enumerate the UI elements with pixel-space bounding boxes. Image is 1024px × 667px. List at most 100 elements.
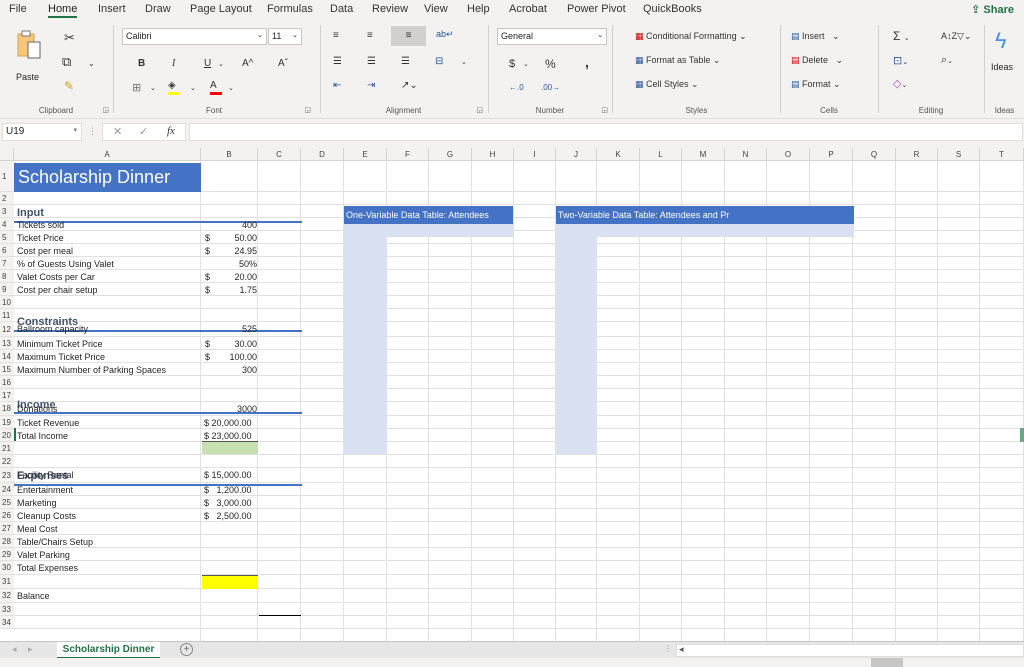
font-color-dropdown-icon[interactable]: ⌄ [228, 83, 234, 95]
row-label[interactable]: Cleanup Costs [17, 510, 76, 522]
format-painter-icon[interactable]: ✎ [64, 80, 74, 92]
row-label[interactable]: Total Expenses [17, 562, 78, 574]
row-header-9[interactable]: 9 [0, 283, 14, 296]
number-launcher-icon[interactable]: ◲ [601, 106, 608, 114]
column-header-s[interactable]: S [938, 148, 980, 161]
row-label[interactable]: Donations [17, 403, 58, 415]
row-header-21[interactable]: 21 [0, 442, 14, 455]
horizontal-scrollbar[interactable]: ◂ [676, 644, 1024, 657]
row-value[interactable]: $ 1,200.00 [204, 484, 257, 496]
row-header-13[interactable]: 13 [0, 337, 14, 350]
fill-color-dropdown-icon[interactable]: ⌄ [190, 83, 196, 95]
row-header-8[interactable]: 8 [0, 270, 14, 283]
row-header-23[interactable]: 23 [0, 468, 14, 483]
ideas-button[interactable]: ϟ Ideas [989, 28, 1023, 88]
orientation-icon[interactable]: ↗⌄ [401, 80, 418, 92]
font-launcher-icon[interactable]: ◲ [304, 106, 311, 114]
row-header-25[interactable]: 25 [0, 496, 14, 509]
increase-decimal-icon[interactable]: ←.0 [509, 82, 524, 94]
row-header-14[interactable]: 14 [0, 350, 14, 363]
row-value[interactable]: 1.75 [202, 284, 257, 296]
font-name-select[interactable]: Calibri ⌄ [122, 28, 267, 45]
row-header-34[interactable]: 34 [0, 616, 14, 629]
row-header-19[interactable]: 19 [0, 416, 14, 429]
column-header-g[interactable]: G [429, 148, 472, 161]
column-header-b[interactable]: B [201, 148, 258, 161]
next-sheet-icon[interactable]: ▸ [28, 644, 33, 655]
tab-formulas[interactable]: Formulas [267, 3, 313, 15]
row-value[interactable]: $ 3,000.00 [204, 497, 257, 509]
cut-icon[interactable]: ✂ [64, 31, 75, 44]
row-header-27[interactable]: 27 [0, 522, 14, 535]
row-header-22[interactable]: 22 [0, 455, 14, 468]
name-box[interactable]: U19 ▾ [2, 123, 82, 141]
column-header-j[interactable]: J [556, 148, 597, 161]
insert-function-button[interactable]: fx [167, 125, 175, 137]
formula-input[interactable] [189, 123, 1023, 141]
scroll-left-icon[interactable]: ◂ [679, 644, 684, 655]
format-cells-button[interactable]: ▤ Format ⌄ [791, 78, 841, 90]
clear-icon[interactable]: ◇⌄ [893, 78, 907, 92]
row-header-17[interactable]: 17 [0, 389, 14, 402]
row-label[interactable]: Tickets sold [17, 219, 64, 231]
row-value[interactable]: 300 [202, 364, 257, 376]
row-value[interactable]: 20.00 [202, 271, 257, 283]
column-header-e[interactable]: E [344, 148, 387, 161]
currency-button[interactable]: $ [509, 58, 515, 70]
tab-review[interactable]: Review [372, 3, 408, 15]
tab-acrobat[interactable]: Acrobat [509, 3, 547, 15]
fill-icon[interactable]: ⊡⌄ [893, 55, 908, 69]
row-value[interactable]: 24.95 [202, 245, 257, 257]
row-label[interactable]: Valet Costs per Car [17, 271, 95, 283]
sort-filter-icon[interactable]: A↕Z▽⌄ [941, 30, 971, 42]
tab-insert[interactable]: Insert [98, 3, 126, 15]
align-middle-icon[interactable]: ≡ [367, 30, 373, 42]
increase-indent-icon[interactable]: ⇥ [367, 80, 375, 92]
row-label[interactable]: Cost per chair setup [17, 284, 98, 296]
spreadsheet-grid[interactable]: ABCDEFGHIJKLMNOPQRST 1 2 3 4 5 6 7 8 9 10 11 12 13 14… [0, 148, 1024, 641]
tab-page-layout[interactable]: Page Layout [190, 3, 252, 15]
row-header-16[interactable]: 16 [0, 376, 14, 389]
align-right-icon[interactable]: ☰ [401, 56, 410, 68]
underline-button[interactable]: U [204, 58, 211, 70]
column-header-r[interactable]: R [896, 148, 938, 161]
row-label[interactable]: Maximum Ticket Price [17, 351, 105, 363]
column-header-t[interactable]: T [980, 148, 1024, 161]
borders-dropdown-icon[interactable]: ⌄ [150, 83, 156, 95]
row-header-33[interactable]: 33 [0, 603, 14, 616]
tab-help[interactable]: Help [467, 3, 490, 15]
tab-view[interactable]: View [424, 3, 448, 15]
row-header-29[interactable]: 29 [0, 548, 14, 561]
tab-split-handle[interactable]: ⋮ [664, 644, 672, 653]
tab-data[interactable]: Data [330, 3, 353, 15]
font-color-icon[interactable]: A [210, 80, 222, 95]
row-header-18[interactable]: 18 [0, 402, 14, 416]
row-value[interactable]: $ 2,500.00 [204, 510, 257, 522]
row-label[interactable]: Total Income [17, 430, 68, 442]
row-label[interactable]: Facility Rental [17, 469, 74, 481]
sheet-tab-scholarship-dinner[interactable]: Scholarship Dinner [57, 642, 160, 659]
copy-icon[interactable]: ⧉ [62, 55, 71, 68]
merge-dropdown-icon[interactable]: ⌄ [461, 57, 467, 69]
align-center-icon[interactable]: ☰ [367, 56, 376, 68]
enter-icon[interactable]: ✓ [139, 125, 148, 138]
autosum-icon[interactable]: Σ ⌄ [893, 30, 910, 45]
row-header-20[interactable]: 20 [0, 429, 14, 442]
underline-dropdown-icon[interactable]: ⌄ [218, 59, 224, 71]
bold-button[interactable]: B [138, 58, 145, 70]
fill-color-icon[interactable]: ◈ [168, 80, 180, 95]
delete-cells-button[interactable]: ▤ Delete ⌄ [791, 54, 843, 66]
column-header-d[interactable]: D [301, 148, 344, 161]
row-header-31[interactable]: 31 [0, 575, 14, 589]
paste-button[interactable]: Paste [14, 28, 46, 88]
decrease-indent-icon[interactable]: ⇤ [333, 80, 341, 92]
copy-dropdown-icon[interactable]: ⌄ [88, 58, 95, 70]
row-label[interactable]: Table/Chairs Setup [17, 536, 93, 548]
column-header-h[interactable]: H [472, 148, 514, 161]
row-header-32[interactable]: 32 [0, 589, 14, 603]
row-label[interactable]: Entertainment [17, 484, 73, 496]
cell-styles-button[interactable]: ▦ Cell Styles ⌄ [635, 78, 699, 90]
row-header-4[interactable]: 4 [0, 218, 14, 231]
find-select-icon[interactable]: ⌕⌄ [941, 54, 953, 68]
font-size-select[interactable]: 11 ⌄ [268, 28, 302, 45]
